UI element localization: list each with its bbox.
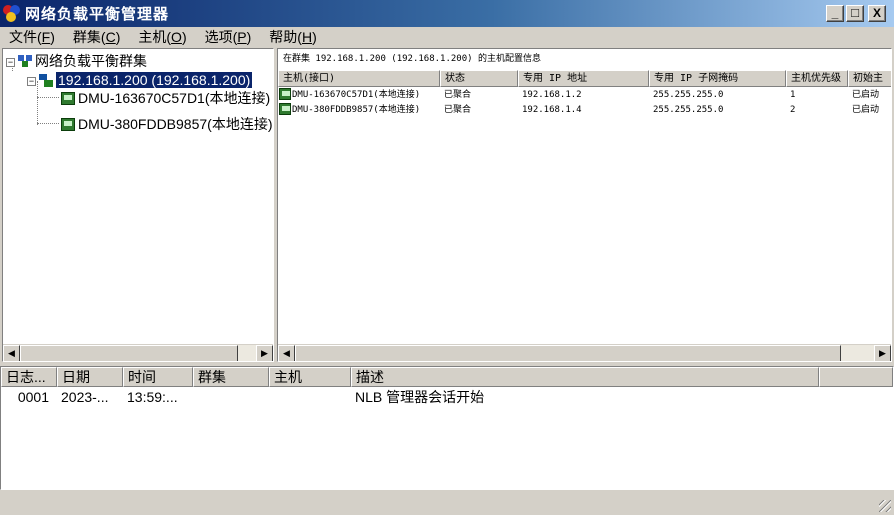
tree-host-label: DMU-380FDDB9857(本地连接) [78, 116, 273, 132]
menu-cluster[interactable]: 群集(C) [64, 27, 129, 47]
cell-status: 已聚合 [444, 90, 472, 100]
detail-header-row: 主机(接口) 状态 专用 IP 地址 专用 IP 子网掩码 主机优先级 初始主 [278, 70, 891, 87]
log-cell-host [269, 388, 351, 406]
scroll-right-button[interactable]: ▶ [256, 345, 273, 361]
cell-priority: 2 [790, 105, 796, 115]
menu-cluster-label: 群集 [72, 29, 101, 45]
cell-ip: 192.168.1.2 [522, 90, 582, 100]
log-column-header-filler [819, 367, 893, 387]
menu-help[interactable]: 帮助(H) [260, 27, 325, 47]
log-cell-description: NLB 管理器会话开始 [355, 389, 485, 405]
tree-root-label: 网络负载平衡群集 [35, 53, 147, 69]
menu-host-key: O [171, 29, 182, 45]
scroll-left-button[interactable]: ◀ [3, 345, 20, 361]
column-header-host[interactable]: 主机(接口) [278, 70, 440, 87]
detail-caption: 在群集 192.168.1.200 (192.168.1.200) 的主机配置信… [278, 49, 891, 69]
cell-host: DMU-380FDDB9857(本地连接) [278, 103, 440, 118]
title-bar[interactable]: 网络负载平衡管理器 _ □ X [0, 0, 894, 27]
cluster-server-icon [39, 74, 53, 87]
window-title: 网络负载平衡管理器 [25, 6, 170, 23]
cell-initial-state: 已启动 [852, 90, 880, 100]
log-column-header-id[interactable]: 日志... [1, 367, 57, 387]
log-row[interactable]: 0001 2023-... 13:59:... NLB 管理器会话开始 [1, 388, 819, 406]
tree-host-node[interactable]: DMU-163670C57D1(本地连接) [61, 89, 270, 107]
tree-cluster-node[interactable]: − 192.168.1.200 (192.168.1.200) [27, 71, 253, 89]
cell-status: 已聚合 [444, 105, 472, 115]
host-detail-pane[interactable]: 在群集 192.168.1.200 (192.168.1.200) 的主机配置信… [277, 48, 892, 362]
menu-cluster-key: C [105, 29, 116, 45]
close-button[interactable]: X [868, 5, 886, 22]
column-header-status[interactable]: 状态 [440, 70, 518, 87]
maximize-button[interactable]: □ [846, 5, 864, 22]
nlb-app-icon [3, 4, 21, 23]
log-cell-time: 13:59:... [127, 389, 178, 405]
scroll-thumb[interactable] [295, 345, 841, 361]
scroll-thumb[interactable] [20, 345, 238, 361]
menu-file-label: 文件 [9, 29, 37, 45]
menu-host[interactable]: 主机(O) [129, 27, 195, 47]
column-header-initial-state[interactable]: 初始主 [848, 70, 891, 87]
cell-subnet: 255.255.255.0 [653, 90, 724, 100]
log-column-header-host[interactable]: 主机 [269, 367, 351, 387]
cell-host-text: DMU-163670C57D1(本地连接) [292, 90, 421, 100]
menu-file[interactable]: 文件(F) [0, 27, 64, 47]
log-column-header-time[interactable]: 时间 [123, 367, 193, 387]
minimize-button[interactable]: _ [826, 5, 844, 22]
column-header-subnet[interactable]: 专用 IP 子网掩码 [649, 70, 786, 87]
log-cell-id: 0001 [17, 389, 49, 405]
log-pane[interactable]: 日志... 日期 时间 群集 主机 描述 0001 2023-... 13:59… [0, 366, 894, 490]
cluster-tree-pane[interactable]: − 网络负载平衡群集 − 192.168.1.200 (192.168.1.200)… [2, 48, 274, 362]
cell-host-text: DMU-380FDDB9857(本地连接) [292, 105, 421, 115]
host-computer-icon [61, 92, 75, 105]
log-header-row: 日志... 日期 时间 群集 主机 描述 [1, 367, 893, 387]
table-row[interactable]: DMU-163670C57D1(本地连接) 已聚合 192.168.1.2 25… [278, 88, 891, 103]
log-column-header-cluster[interactable]: 群集 [193, 367, 269, 387]
host-computer-icon [279, 103, 291, 115]
log-column-header-date[interactable]: 日期 [57, 367, 123, 387]
host-computer-icon [279, 88, 291, 100]
tree-line [37, 97, 59, 98]
menu-options-key: P [237, 29, 247, 45]
cluster-group-icon [18, 55, 32, 67]
tree-cluster-label: 192.168.1.200 (192.168.1.200) [56, 72, 253, 88]
menu-host-label: 主机 [138, 29, 167, 45]
collapse-icon[interactable]: − [27, 77, 36, 86]
cell-host: DMU-163670C57D1(本地连接) [278, 88, 440, 103]
tree-horizontal-scrollbar[interactable]: ◀ ▶ [3, 344, 273, 361]
menu-options[interactable]: 选项(P) [196, 27, 261, 47]
cell-initial-state: 已启动 [852, 105, 880, 115]
scroll-right-button[interactable]: ▶ [874, 345, 891, 361]
status-bar [0, 491, 894, 515]
collapse-icon[interactable]: − [6, 58, 15, 67]
cell-subnet: 255.255.255.0 [653, 105, 724, 115]
detail-horizontal-scrollbar[interactable]: ◀ ▶ [278, 344, 891, 361]
column-header-priority[interactable]: 主机优先级 [786, 70, 848, 87]
menu-file-key: F [41, 29, 51, 45]
scroll-left-button[interactable]: ◀ [278, 345, 295, 361]
menu-options-label: 选项 [204, 29, 233, 45]
tree-host-node[interactable]: DMU-380FDDB9857(本地连接) [61, 115, 272, 133]
column-header-ip[interactable]: 专用 IP 地址 [518, 70, 649, 87]
menu-bar: 文件(F) 群集(C) 主机(O) 选项(P) 帮助(H) [0, 27, 894, 47]
log-cell-cluster [193, 388, 269, 406]
log-column-header-description[interactable]: 描述 [351, 367, 819, 387]
host-computer-icon [61, 118, 75, 131]
cell-ip: 192.168.1.4 [522, 105, 582, 115]
cell-priority: 1 [790, 90, 796, 100]
menu-help-key: H [301, 29, 313, 45]
tree-line [37, 123, 59, 124]
menu-help-label: 帮助 [269, 29, 298, 45]
tree-root-node[interactable]: − 网络负载平衡群集 [6, 52, 147, 70]
tree-host-label: DMU-163670C57D1(本地连接) [78, 90, 271, 106]
table-row[interactable]: DMU-380FDDB9857(本地连接) 已聚合 192.168.1.4 25… [278, 103, 891, 118]
log-cell-date: 2023-... [61, 389, 109, 405]
nlb-manager-window: 网络负载平衡管理器 _ □ X 文件(F) 群集(C) 主机(O) 选项(P) … [0, 0, 894, 515]
resize-grip-icon[interactable] [879, 500, 891, 512]
